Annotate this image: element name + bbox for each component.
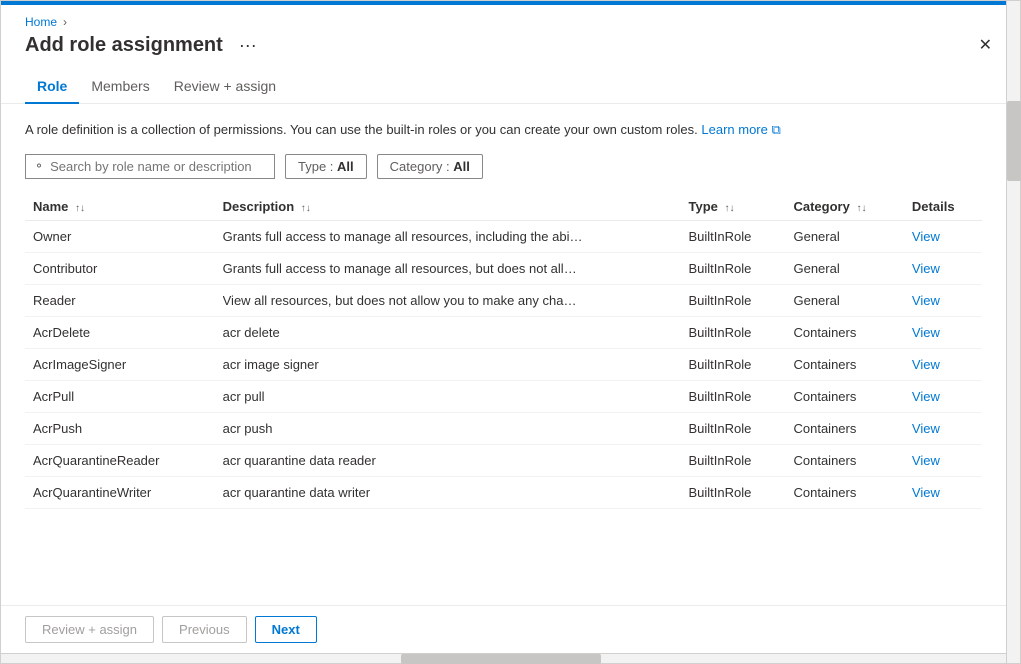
breadcrumb-home[interactable]: Home [25, 15, 57, 29]
learn-more-link[interactable]: Learn more ⧉ [701, 122, 780, 137]
cell-name-1: Contributor [25, 252, 215, 284]
cell-view-0[interactable]: View [904, 220, 982, 252]
sort-arrows-name: ↑↓ [75, 203, 85, 214]
cell-view-6[interactable]: View [904, 412, 982, 444]
table-row[interactable]: Owner Grants full access to manage all r… [25, 220, 982, 252]
cell-cat-4: Containers [785, 348, 903, 380]
col-header-name[interactable]: Name ↑↓ [25, 193, 215, 221]
right-scrollbar[interactable] [1006, 1, 1020, 663]
cell-name-4: AcrImageSigner [25, 348, 215, 380]
cell-type-3: BuiltInRole [681, 316, 786, 348]
footer: Review + assign Previous Next [1, 605, 1020, 653]
table-row[interactable]: AcrQuarantineReader acr quarantine data … [25, 444, 982, 476]
review-assign-button[interactable]: Review + assign [25, 616, 154, 643]
cell-name-7: AcrQuarantineReader [25, 444, 215, 476]
cell-desc-3: acr delete [215, 316, 681, 348]
ellipsis-menu[interactable]: ··· [233, 33, 263, 58]
cell-name-3: AcrDelete [25, 316, 215, 348]
cell-view-4[interactable]: View [904, 348, 982, 380]
category-filter-button[interactable]: Category : All [377, 154, 483, 179]
cell-desc-5: acr pull [215, 380, 681, 412]
search-box: ⚬ [25, 154, 275, 179]
breadcrumb-separator: › [63, 15, 67, 29]
tab-review-assign[interactable]: Review + assign [162, 70, 288, 104]
right-scrollbar-thumb [1007, 101, 1021, 181]
cell-desc-7: acr quarantine data reader [215, 444, 681, 476]
table-row[interactable]: AcrImageSigner acr image signer BuiltInR… [25, 348, 982, 380]
page-title: Add role assignment [25, 34, 223, 57]
sort-arrows-type: ↑↓ [725, 203, 735, 214]
cell-type-5: BuiltInRole [681, 380, 786, 412]
cell-cat-5: Containers [785, 380, 903, 412]
table-row[interactable]: Reader View all resources, but does not … [25, 284, 982, 316]
cell-cat-1: General [785, 252, 903, 284]
tab-members[interactable]: Members [79, 70, 161, 104]
cell-view-7[interactable]: View [904, 444, 982, 476]
bottom-scrollbar[interactable] [1, 653, 1020, 663]
next-button[interactable]: Next [255, 616, 317, 643]
cell-name-0: Owner [25, 220, 215, 252]
cell-view-5[interactable]: View [904, 380, 982, 412]
content-area: A role definition is a collection of per… [1, 104, 1020, 605]
cell-name-5: AcrPull [25, 380, 215, 412]
col-header-description[interactable]: Description ↑↓ [215, 193, 681, 221]
cell-type-1: BuiltInRole [681, 252, 786, 284]
header: Add role assignment ··· ✕ [1, 29, 1020, 58]
table-row[interactable]: AcrPull acr pull BuiltInRole Containers … [25, 380, 982, 412]
sort-arrows-desc: ↑↓ [301, 203, 311, 214]
cell-desc-8: acr quarantine data writer [215, 476, 681, 508]
cell-type-0: BuiltInRole [681, 220, 786, 252]
search-icon: ⚬ [34, 159, 44, 173]
cell-cat-7: Containers [785, 444, 903, 476]
cell-desc-6: acr push [215, 412, 681, 444]
panel: Home › Add role assignment ··· ✕ Role Me… [0, 0, 1021, 664]
cell-name-6: AcrPush [25, 412, 215, 444]
cell-desc-1: Grants full access to manage all resourc… [215, 252, 681, 284]
cell-desc-4: acr image signer [215, 348, 681, 380]
close-button[interactable]: ✕ [975, 34, 996, 58]
cell-cat-0: General [785, 220, 903, 252]
table-row[interactable]: AcrPush acr push BuiltInRole Containers … [25, 412, 982, 444]
cell-name-8: AcrQuarantineWriter [25, 476, 215, 508]
table-row[interactable]: AcrDelete acr delete BuiltInRole Contain… [25, 316, 982, 348]
search-input[interactable] [50, 159, 266, 174]
description-text: A role definition is a collection of per… [25, 120, 982, 140]
tab-bar: Role Members Review + assign [1, 58, 1020, 104]
cell-cat-3: Containers [785, 316, 903, 348]
cell-type-8: BuiltInRole [681, 476, 786, 508]
cell-type-7: BuiltInRole [681, 444, 786, 476]
cell-name-2: Reader [25, 284, 215, 316]
cell-type-6: BuiltInRole [681, 412, 786, 444]
cell-type-4: BuiltInRole [681, 348, 786, 380]
type-filter-button[interactable]: Type : All [285, 154, 367, 179]
cell-view-3[interactable]: View [904, 316, 982, 348]
cell-cat-6: Containers [785, 412, 903, 444]
bottom-scrollbar-thumb [401, 654, 601, 664]
tab-role[interactable]: Role [25, 70, 79, 104]
cell-view-2[interactable]: View [904, 284, 982, 316]
col-header-category[interactable]: Category ↑↓ [785, 193, 903, 221]
previous-button[interactable]: Previous [162, 616, 247, 643]
roles-table: Name ↑↓ Description ↑↓ Type ↑↓ Categor [25, 193, 982, 509]
col-header-details: Details [904, 193, 982, 221]
cell-view-8[interactable]: View [904, 476, 982, 508]
cell-cat-2: General [785, 284, 903, 316]
cell-desc-2: View all resources, but does not allow y… [215, 284, 681, 316]
cell-desc-0: Grants full access to manage all resourc… [215, 220, 681, 252]
cell-type-2: BuiltInRole [681, 284, 786, 316]
breadcrumb: Home › [1, 5, 1020, 29]
table-row[interactable]: AcrQuarantineWriter acr quarantine data … [25, 476, 982, 508]
sort-arrows-cat: ↑↓ [856, 203, 866, 214]
cell-view-1[interactable]: View [904, 252, 982, 284]
cell-cat-8: Containers [785, 476, 903, 508]
filter-row: ⚬ Type : All Category : All [25, 154, 982, 179]
table-row[interactable]: Contributor Grants full access to manage… [25, 252, 982, 284]
roles-table-container: Name ↑↓ Description ↑↓ Type ↑↓ Categor [25, 193, 982, 606]
col-header-type[interactable]: Type ↑↓ [681, 193, 786, 221]
